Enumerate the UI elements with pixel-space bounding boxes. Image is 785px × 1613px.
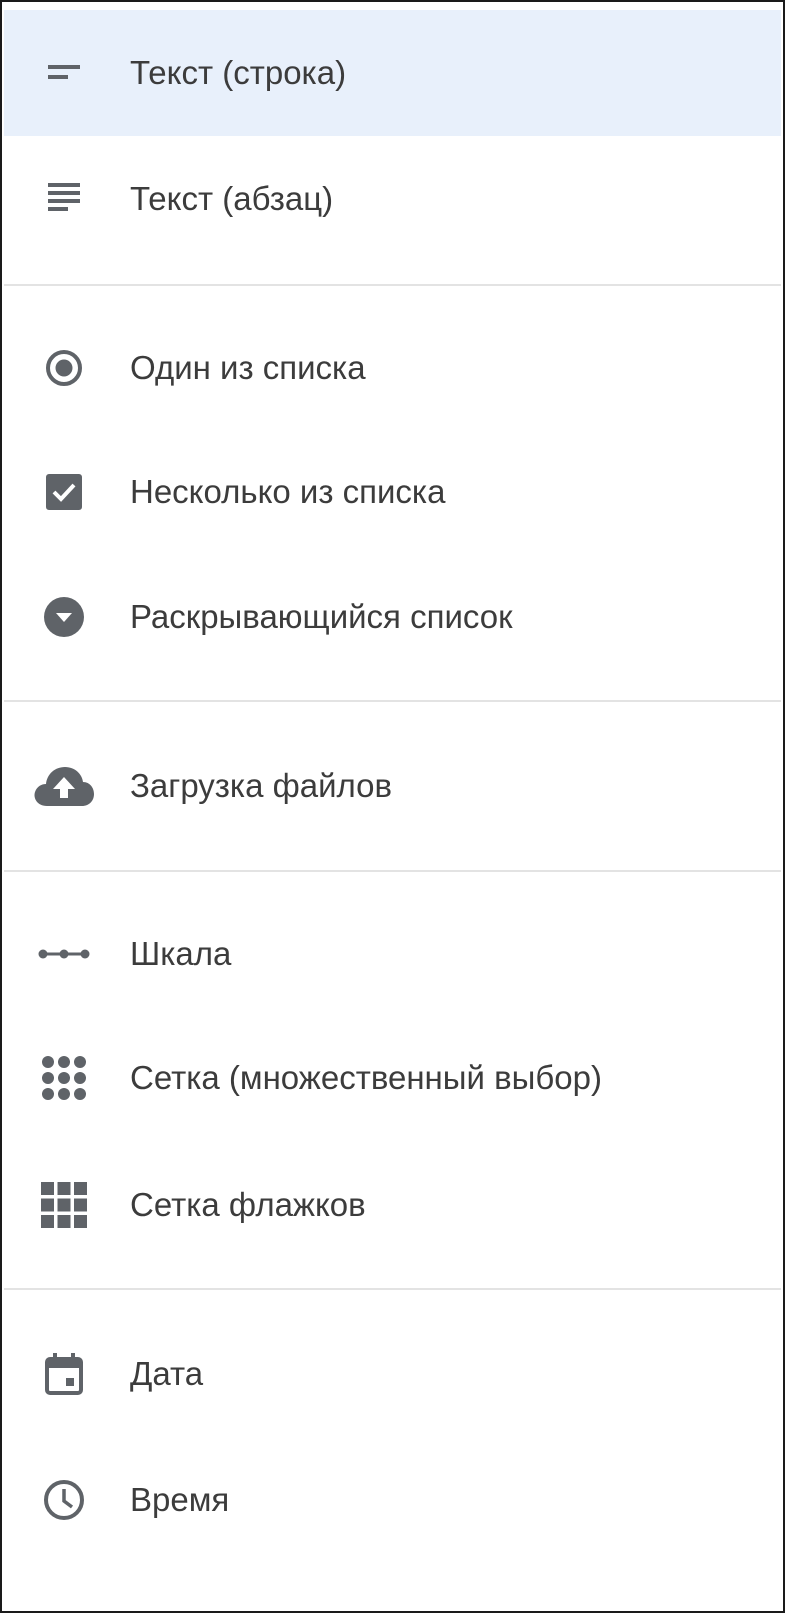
menu-item-label: Дата — [130, 1355, 204, 1392]
paragraph-icon — [32, 167, 96, 231]
menu-item-label: Несколько из списка — [130, 473, 446, 510]
linear-scale-icon — [32, 922, 96, 986]
cloud-upload-icon — [32, 754, 96, 818]
menu-item-file-upload[interactable]: Загрузка файлов — [4, 722, 781, 850]
menu-item-date[interactable]: Дата — [4, 1310, 781, 1438]
menu-item-label: Текст (абзац) — [130, 180, 334, 217]
menu-item-linear-scale[interactable]: Шкала — [4, 892, 781, 1016]
menu-item-dropdown[interactable]: Раскрывающийся список — [4, 554, 781, 680]
clock-icon — [32, 1468, 96, 1532]
calendar-icon — [32, 1342, 96, 1406]
menu-item-checkbox-grid[interactable]: Сетка флажков — [4, 1140, 781, 1270]
menu-item-label: Загрузка файлов — [130, 767, 393, 804]
short-text-icon — [32, 41, 96, 105]
menu-item-label: Раскрывающийся список — [130, 598, 513, 635]
menu-item-label: Текст (строка) — [130, 54, 347, 91]
menu-divider — [4, 870, 781, 872]
menu-divider — [4, 284, 781, 286]
menu-item-checkboxes[interactable]: Несколько из списка — [4, 430, 781, 554]
menu-item-short-text[interactable]: Текст (строка) — [4, 10, 781, 136]
menu-item-paragraph[interactable]: Текст (абзац) — [4, 136, 781, 262]
menu-item-label: Сетка (множественный выбор) — [130, 1059, 602, 1096]
menu-item-label: Шкала — [130, 935, 232, 972]
dropdown-icon — [32, 585, 96, 649]
question-type-menu: Текст (строка) Текст (абзац) Один из спи… — [0, 0, 785, 1613]
menu-divider — [4, 700, 781, 702]
menu-item-multiple-choice-grid[interactable]: Сетка (множественный выбор) — [4, 1016, 781, 1140]
checkbox-grid-icon — [32, 1173, 96, 1237]
menu-item-label: Сетка флажков — [130, 1186, 366, 1223]
radio-grid-icon — [32, 1046, 96, 1110]
radio-button-icon — [32, 336, 96, 400]
menu-item-label: Один из списка — [130, 349, 366, 386]
checkbox-icon — [32, 460, 96, 524]
menu-item-time[interactable]: Время — [4, 1438, 781, 1562]
menu-divider — [4, 1288, 781, 1290]
menu-item-multiple-choice[interactable]: Один из списка — [4, 306, 781, 430]
menu-item-label: Время — [130, 1481, 230, 1518]
